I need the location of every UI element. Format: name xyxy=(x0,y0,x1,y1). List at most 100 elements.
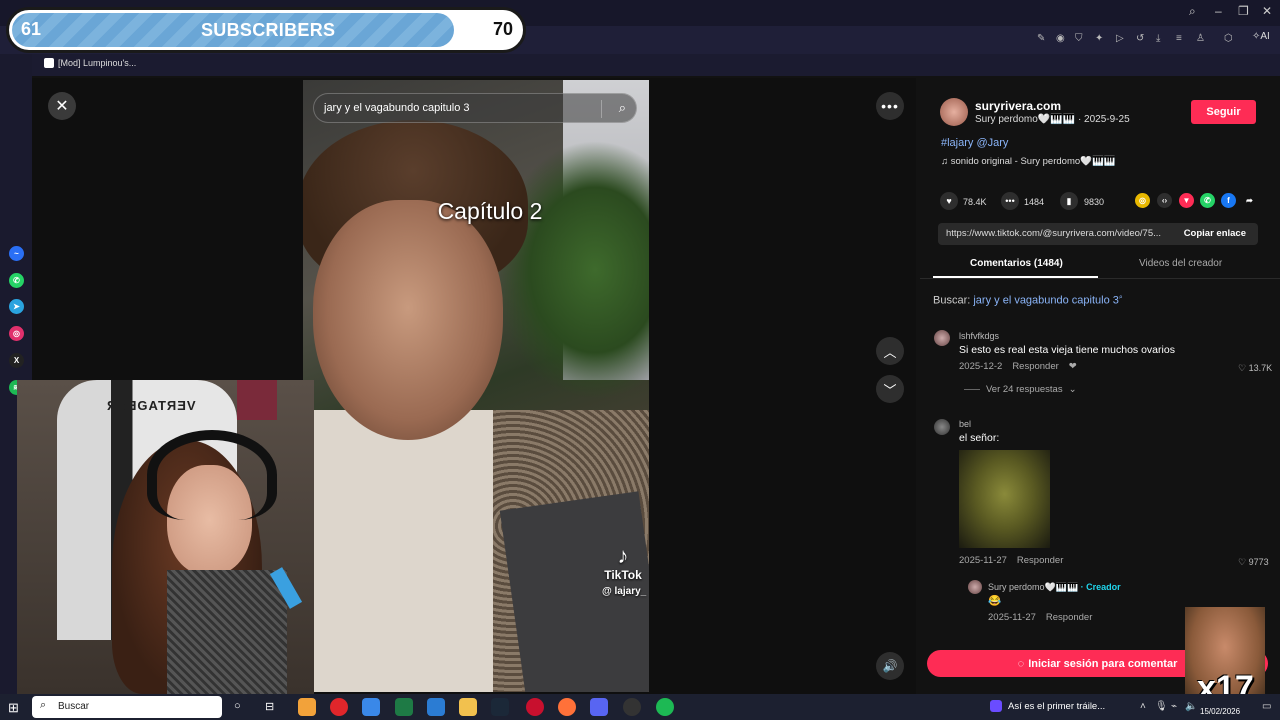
instagram-icon[interactable]: ◎ xyxy=(9,326,24,341)
search-icon[interactable]: ⌕ xyxy=(619,100,626,116)
comment-icon[interactable]: ••• xyxy=(1001,192,1019,210)
spotify-taskbar-icon[interactable] xyxy=(656,698,674,716)
comment-like[interactable]: ♡ 13.7K xyxy=(1238,363,1272,374)
subscriber-label: SUBSCRIBERS xyxy=(201,20,336,40)
history-icon[interactable]: ↺ xyxy=(1136,33,1144,44)
close-window-icon[interactable]: ✕ xyxy=(1262,4,1272,18)
file-explorer-icon[interactable] xyxy=(459,698,477,716)
search-icon[interactable]: ⌕ xyxy=(1189,4,1196,19)
heart-icon[interactable]: ♥ xyxy=(940,192,958,210)
login-label: Iniciar sesión para comentar xyxy=(1028,657,1178,670)
video-search-bar[interactable]: jary y el vagabundo capitulo 3 ⌕ xyxy=(313,93,637,123)
volume-icon[interactable]: 🔈 xyxy=(1185,701,1197,712)
chevron-down-icon: ⌄ xyxy=(1068,384,1077,395)
coin-icon[interactable]: ◎ xyxy=(1135,193,1150,208)
comment-like[interactable]: ♡ 9773 xyxy=(1238,557,1269,568)
xbox-icon[interactable] xyxy=(395,698,413,716)
mail-icon[interactable] xyxy=(427,698,445,716)
whatsapp-icon[interactable]: ✆ xyxy=(9,273,24,288)
store-icon[interactable] xyxy=(362,698,380,716)
follow-button[interactable]: Seguir xyxy=(1191,100,1256,124)
widgets-icon[interactable]: ⊟ xyxy=(265,700,274,713)
search-small-icon: ⌕ xyxy=(1118,294,1123,301)
riot-icon[interactable] xyxy=(526,698,544,716)
menu-icon[interactable]: ≡ xyxy=(1176,33,1182,44)
link-text: https://www.tiktok.com/@suryrivera.com/v… xyxy=(946,228,1162,239)
search-suggestion-query[interactable]: jary y el vagabundo capitulo 3 xyxy=(973,295,1119,307)
camera-icon[interactable]: ◉ xyxy=(1056,33,1065,44)
post-sound[interactable]: ♫ sonido original - Sury perdomo🤍🎹🎹 xyxy=(941,156,1116,167)
tiktok-note-icon: ♪ xyxy=(617,543,629,568)
tab-comments[interactable]: Comentarios (1484) xyxy=(970,258,1063,269)
video-search-text: jary y el vagabundo capitulo 3 xyxy=(324,102,470,114)
comment-image[interactable] xyxy=(959,450,1050,548)
video-shirt xyxy=(303,410,493,692)
network-icon[interactable]: ⌁ xyxy=(1171,701,1177,712)
reply-username[interactable]: Sury perdomo🤍🎹🎹 xyxy=(988,582,1078,592)
chevron-up-icon[interactable]: ˄ xyxy=(1140,701,1146,712)
reply-button[interactable]: Responder xyxy=(1046,612,1092,623)
notification-icon[interactable]: ▭ xyxy=(1262,701,1271,712)
messenger-icon[interactable]: ~ xyxy=(9,246,24,261)
volume-button[interactable]: 🔊 xyxy=(876,652,904,680)
maximize-icon[interactable]: ❐ xyxy=(1238,4,1249,18)
send-icon[interactable]: ▼ xyxy=(1179,193,1194,208)
creator-liked-icon: ❤ xyxy=(1068,361,1077,372)
box-icon[interactable]: ⬡ xyxy=(1224,33,1233,44)
steam-icon[interactable] xyxy=(491,698,509,716)
opera-icon[interactable] xyxy=(330,698,348,716)
news-widget[interactable]: Así es el primer tráile... xyxy=(990,700,1105,712)
microphone-icon[interactable]: 🎙 xyxy=(1155,701,1168,712)
post-hashtags[interactable]: #lajary @Jary xyxy=(941,137,1008,149)
author-avatar[interactable] xyxy=(940,98,968,126)
windows-start-icon[interactable]: ⊞ xyxy=(8,700,19,716)
search-icon: ⌕ xyxy=(40,699,47,711)
shield-icon[interactable]: ⛉ xyxy=(1075,33,1083,44)
creator-avatar[interactable] xyxy=(968,580,982,594)
ai-button[interactable]: ✧AI xyxy=(1252,31,1270,42)
play-icon[interactable]: ▷ xyxy=(1116,33,1124,44)
close-icon: ✕ xyxy=(55,98,69,115)
commenter-avatar[interactable] xyxy=(934,419,950,435)
tab-creator-videos[interactable]: Videos del creador xyxy=(1139,258,1222,269)
next-video-button[interactable]: ﹀ xyxy=(876,375,904,403)
video-player[interactable] xyxy=(303,80,649,692)
download-icon[interactable]: ⤓ xyxy=(1156,33,1160,44)
comment-bubble-icon: ◌ xyxy=(1017,657,1025,670)
extension-icon[interactable]: ✦ xyxy=(1095,33,1103,44)
bookmark-icon[interactable]: ▮ xyxy=(1060,192,1078,210)
close-video-button[interactable]: ✕ xyxy=(48,92,76,120)
discord-icon[interactable] xyxy=(590,698,608,716)
taskbar-search[interactable]: ⌕ Buscar xyxy=(32,696,222,718)
ai-label: AI xyxy=(1260,31,1270,42)
video-caption: Capítulo 2 xyxy=(437,198,543,224)
firefox-icon[interactable] xyxy=(558,698,576,716)
reply-button[interactable]: Responder xyxy=(1017,555,1063,566)
link-box[interactable]: https://www.tiktok.com/@suryrivera.com/v… xyxy=(938,223,1258,245)
subscriber-goal: 70 xyxy=(492,19,513,39)
edit-icon[interactable]: ✎ xyxy=(1037,33,1045,44)
view-replies-button[interactable]: Ver 24 respuestas ⌄ xyxy=(964,384,1077,395)
facebook-icon[interactable]: f xyxy=(1221,193,1236,208)
comment-username[interactable]: bel xyxy=(959,419,971,429)
telegram-icon[interactable]: ➤ xyxy=(9,299,24,314)
copy-link-button[interactable]: Copiar enlace xyxy=(1184,228,1246,239)
previous-video-button[interactable]: ︿ xyxy=(876,337,904,365)
bookmark-item[interactable]: [Mod] Lumpinou's... xyxy=(44,58,136,68)
commenter-avatar[interactable] xyxy=(934,330,950,346)
obs-icon[interactable] xyxy=(623,698,641,716)
x-icon[interactable]: X xyxy=(9,353,24,368)
profile-icon[interactable]: ♙ xyxy=(1196,33,1205,44)
task-view-icon[interactable]: ○ xyxy=(234,700,241,712)
share-arrow-icon[interactable]: ➦ xyxy=(1242,193,1257,208)
more-options-button[interactable]: ••• xyxy=(876,92,904,120)
whatsapp-share-icon[interactable]: ✆ xyxy=(1200,193,1215,208)
tiktok-watermark: ♪ TikTok xyxy=(600,543,646,583)
minimize-icon[interactable]: – xyxy=(1215,4,1222,18)
comment-username[interactable]: lshfvfkdgs xyxy=(959,331,999,341)
copilot-icon[interactable] xyxy=(298,698,316,716)
embed-icon[interactable]: ‹› xyxy=(1157,193,1172,208)
reply-button[interactable]: Responder xyxy=(1012,361,1058,372)
author-name[interactable]: suryrivera.com xyxy=(975,99,1061,113)
search-suggestion[interactable]: Buscar: jary y el vagabundo capitulo 3⌕ xyxy=(933,294,1123,307)
